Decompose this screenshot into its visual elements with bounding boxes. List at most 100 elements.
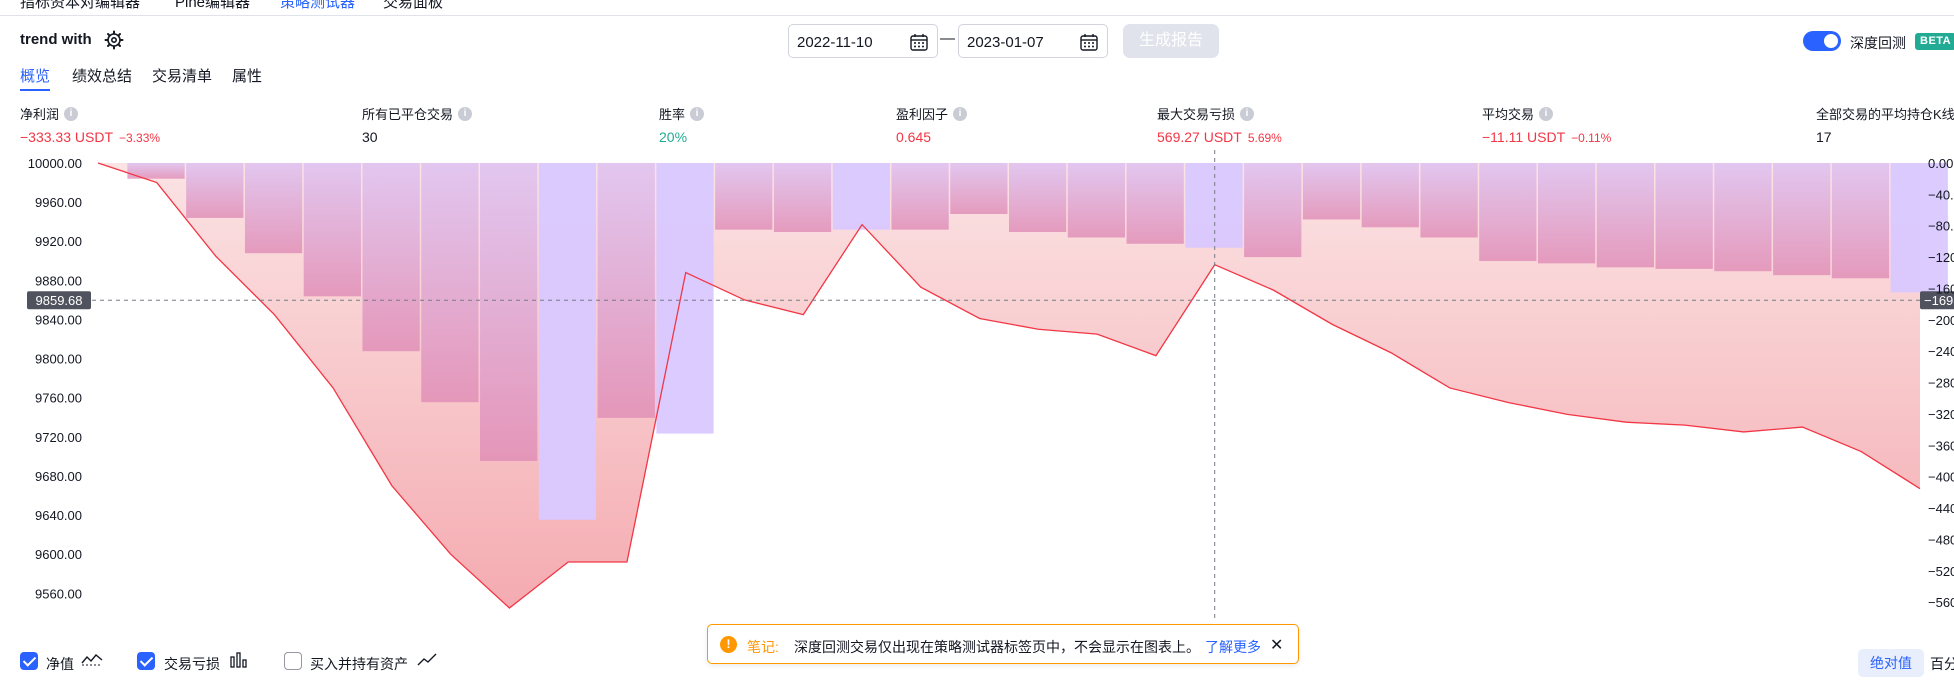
absolute-value-button[interactable]: 绝对值 (1858, 649, 1924, 677)
percent-value-button[interactable]: 百分比 (1930, 654, 1954, 674)
right-axis-tick: −240 (1928, 344, 1954, 359)
metric-profit-factor: 盈利因子 i 0.645 (896, 104, 968, 145)
info-icon[interactable]: i (458, 106, 473, 121)
x-axis-tick: 31 (1883, 628, 1897, 630)
deep-backtest-label: 深度回测 (1850, 35, 1906, 51)
top-tab-item[interactable]: 指标资本对编辑器 (20, 0, 140, 12)
calendar-icon[interactable] (909, 32, 929, 52)
left-axis: 10000.00 9960.00 9920.00 9880.00 9840.00 9800… (28, 156, 82, 601)
right-axis-tick: −360 (1928, 438, 1954, 453)
right-axis-tick: −480 (1928, 532, 1954, 547)
tab-overview[interactable]: 概览 (20, 65, 51, 91)
x-axis-tick: 9 (594, 628, 601, 630)
strategy-name: trend with (20, 31, 92, 48)
start-date-value: 2022-11-10 (797, 34, 873, 51)
learn-more-link[interactable]: 了解更多 (1205, 637, 1261, 657)
left-axis-tick: 9600.00 (35, 547, 82, 562)
right-axis-tick: −400 (1928, 470, 1954, 485)
metric-label: 最大交易亏损 (1157, 107, 1236, 122)
right-axis-tick: −520 (1928, 564, 1954, 579)
right-axis-tick: −40.0 (1928, 187, 1954, 202)
x-axis-tick: 29 (1766, 628, 1780, 630)
notice-text: 深度回测交易仅出现在策略测试器标签页中，不会显示在图表上。 (794, 639, 1200, 655)
calendar-icon[interactable] (1079, 32, 1099, 52)
drawdown-bar (1479, 163, 1537, 262)
drawdown-bar (1361, 163, 1419, 228)
right-axis-tick: −280 (1928, 376, 1954, 391)
x-axis-tick: 1 (124, 628, 131, 630)
left-axis-tick: 9920.00 (35, 234, 82, 249)
generate-report-button[interactable]: 生成报告 (1123, 24, 1219, 58)
drawdown-bar (1302, 163, 1361, 220)
right-axis-tick: −120 (1928, 250, 1954, 265)
left-axis-tick: 9760.00 (35, 391, 82, 406)
x-axis-tick: 27 (1648, 628, 1662, 630)
metric-avg-trade: 平均交易 i −11.11 USDT −0.11% (1482, 104, 1611, 145)
warning-icon: ! (720, 636, 737, 653)
metric-label: 平均交易 (1482, 107, 1535, 122)
left-axis-tick: 9640.00 (35, 508, 82, 523)
x-axis-tick: 23 (1413, 628, 1427, 630)
right-axis-tick: −560 (1928, 595, 1954, 610)
drawdown-bar (773, 163, 832, 233)
drawdown-bar (715, 163, 773, 230)
info-icon[interactable]: i (953, 106, 968, 121)
drawdown-bar (303, 163, 361, 297)
drawdown-bar (1126, 163, 1184, 244)
metric-label: 胜率 (659, 107, 686, 122)
drawdown-bar (421, 163, 479, 403)
drawdown-bar (950, 163, 1008, 214)
metric-sub-value: 5.69% (1247, 131, 1282, 145)
equity-drawdown-chart[interactable]: 9859.68 −169 10000.009960.009920.009880.0… (0, 150, 1954, 630)
metric-sub-value: −3.33% (119, 131, 161, 145)
left-axis-tick: 9560.00 (35, 586, 82, 601)
x-axis-tick: 7 (476, 628, 483, 630)
legend-label-drawdown: 交易亏损 (164, 656, 220, 672)
metric-label: 所有已平仓交易 (362, 107, 454, 122)
right-axis-tick: −200 (1928, 313, 1954, 328)
metric-value: 30 (362, 129, 378, 145)
right-axis-tick: −80.0 (1928, 219, 1954, 234)
drawdown-checkbox[interactable] (137, 652, 155, 670)
tab-properties[interactable]: 属性 (232, 65, 262, 86)
drawdown-bar (1420, 163, 1478, 238)
right-axis-tick: −320 (1928, 407, 1954, 422)
info-icon[interactable]: i (1240, 106, 1255, 121)
info-icon[interactable]: i (64, 106, 79, 121)
gear-icon[interactable] (104, 30, 124, 50)
drawdown-bar (891, 163, 949, 230)
date-separator: — (940, 30, 955, 47)
equity-checkbox[interactable] (20, 652, 38, 670)
deep-backtest-toggle[interactable] (1803, 31, 1841, 51)
deep-backtest-notice: ! 笔记: 深度回测交易仅出现在策略测试器标签页中，不会显示在图表上。 了解更多… (707, 624, 1299, 664)
x-axis-tick: 25 (1531, 628, 1545, 630)
left-axis-tick: 9800.00 (35, 352, 82, 367)
equity-line-icon (81, 654, 103, 666)
beta-badge: BETA (1915, 33, 1954, 50)
tab-trade-list[interactable]: 交易清单 (152, 65, 212, 86)
top-tab-item[interactable]: 交易面板 (383, 0, 443, 12)
info-icon[interactable]: i (690, 106, 705, 121)
left-axis-tick: 9880.00 (35, 273, 82, 288)
drawdown-bar (186, 163, 244, 218)
drawdown-bar (832, 163, 890, 230)
drawdown-bar (1773, 163, 1831, 276)
start-date-input[interactable]: 2022-11-10 (788, 24, 938, 58)
drawdown-bar (1655, 163, 1713, 269)
metric-value: 17 (1816, 129, 1832, 145)
left-axis-tick: 9960.00 (35, 195, 82, 210)
close-icon[interactable]: ✕ (1270, 635, 1283, 655)
end-date-value: 2023-01-07 (967, 34, 1044, 51)
metric-value: 20% (659, 129, 688, 145)
tab-performance-summary[interactable]: 绩效总结 (72, 65, 132, 86)
buy-hold-checkbox[interactable] (284, 652, 302, 670)
notice-title: 笔记: (747, 639, 779, 655)
drawdown-bar (1714, 163, 1772, 272)
end-date-input[interactable]: 2023-01-07 (958, 24, 1108, 58)
drawdown-bar (1537, 163, 1596, 264)
top-tab-item-active[interactable]: 策略测试器 (280, 0, 355, 12)
info-icon[interactable]: i (1539, 106, 1554, 121)
drawdown-bar (480, 163, 538, 461)
left-axis-tick: 9720.00 (35, 430, 82, 445)
top-tab-item[interactable]: Pine编辑器 (175, 0, 250, 12)
